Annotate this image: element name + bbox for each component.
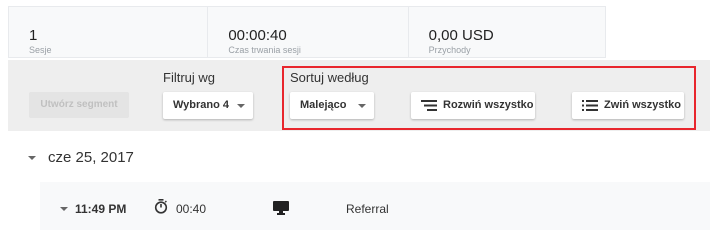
session-row[interactable]: 11:49 PM 00:40 Referral xyxy=(40,182,710,230)
metric-revenue-value: 0,00 USD xyxy=(428,27,494,44)
session-time: 11:49 PM xyxy=(75,202,127,216)
expand-all-button[interactable]: Rozwiń wszystko xyxy=(411,92,535,119)
create-segment-button[interactable]: Utwórz segment xyxy=(29,92,129,118)
chevron-down-icon xyxy=(358,104,366,108)
session-duration: 00:40 xyxy=(176,202,207,216)
metric-sessions: 1 Sesje xyxy=(9,7,209,57)
chevron-down-icon xyxy=(237,104,245,108)
collapse-all-label: Zwiń wszystko xyxy=(604,99,682,111)
sort-select[interactable]: Malejąco xyxy=(290,92,374,119)
metric-duration-value: 00:00:40 xyxy=(228,27,287,44)
filter-title: Filtruj wg xyxy=(163,70,216,85)
collapse-all-button[interactable]: Zwiń wszystko xyxy=(572,92,684,119)
list-icon xyxy=(582,100,598,114)
metric-sessions-label: Sesje xyxy=(29,45,52,55)
filter-select-value: Wybrano 4 xyxy=(173,99,230,111)
expand-list-icon xyxy=(421,100,437,114)
sort-select-value: Malejąco xyxy=(300,99,347,111)
metrics-bar: 1 Sesje 00:00:40 Czas trwania sesji 0,00… xyxy=(8,6,606,58)
sort-title: Sortuj według xyxy=(290,70,369,85)
toolbar: Utwórz segment Filtruj wg Wybrano 4 Sort… xyxy=(8,60,710,131)
desktop-icon xyxy=(273,201,289,220)
metric-revenue: 0,00 USD Przychody xyxy=(409,7,605,57)
stopwatch-icon xyxy=(154,199,168,219)
chevron-down-icon[interactable] xyxy=(28,156,36,160)
metric-revenue-label: Przychody xyxy=(428,45,471,55)
metric-sessions-value: 1 xyxy=(29,27,38,44)
metric-duration: 00:00:40 Czas trwania sesji xyxy=(208,7,409,57)
chevron-down-icon[interactable] xyxy=(60,207,68,211)
expand-all-label: Rozwiń wszystko xyxy=(443,99,534,111)
filter-select[interactable]: Wybrano 4 xyxy=(163,92,253,119)
session-source: Referral xyxy=(346,202,389,216)
date-group-header[interactable]: cze 25, 2017 xyxy=(0,132,710,182)
date-group-label: cze 25, 2017 xyxy=(48,149,134,166)
metric-duration-label: Czas trwania sesji xyxy=(228,45,301,55)
